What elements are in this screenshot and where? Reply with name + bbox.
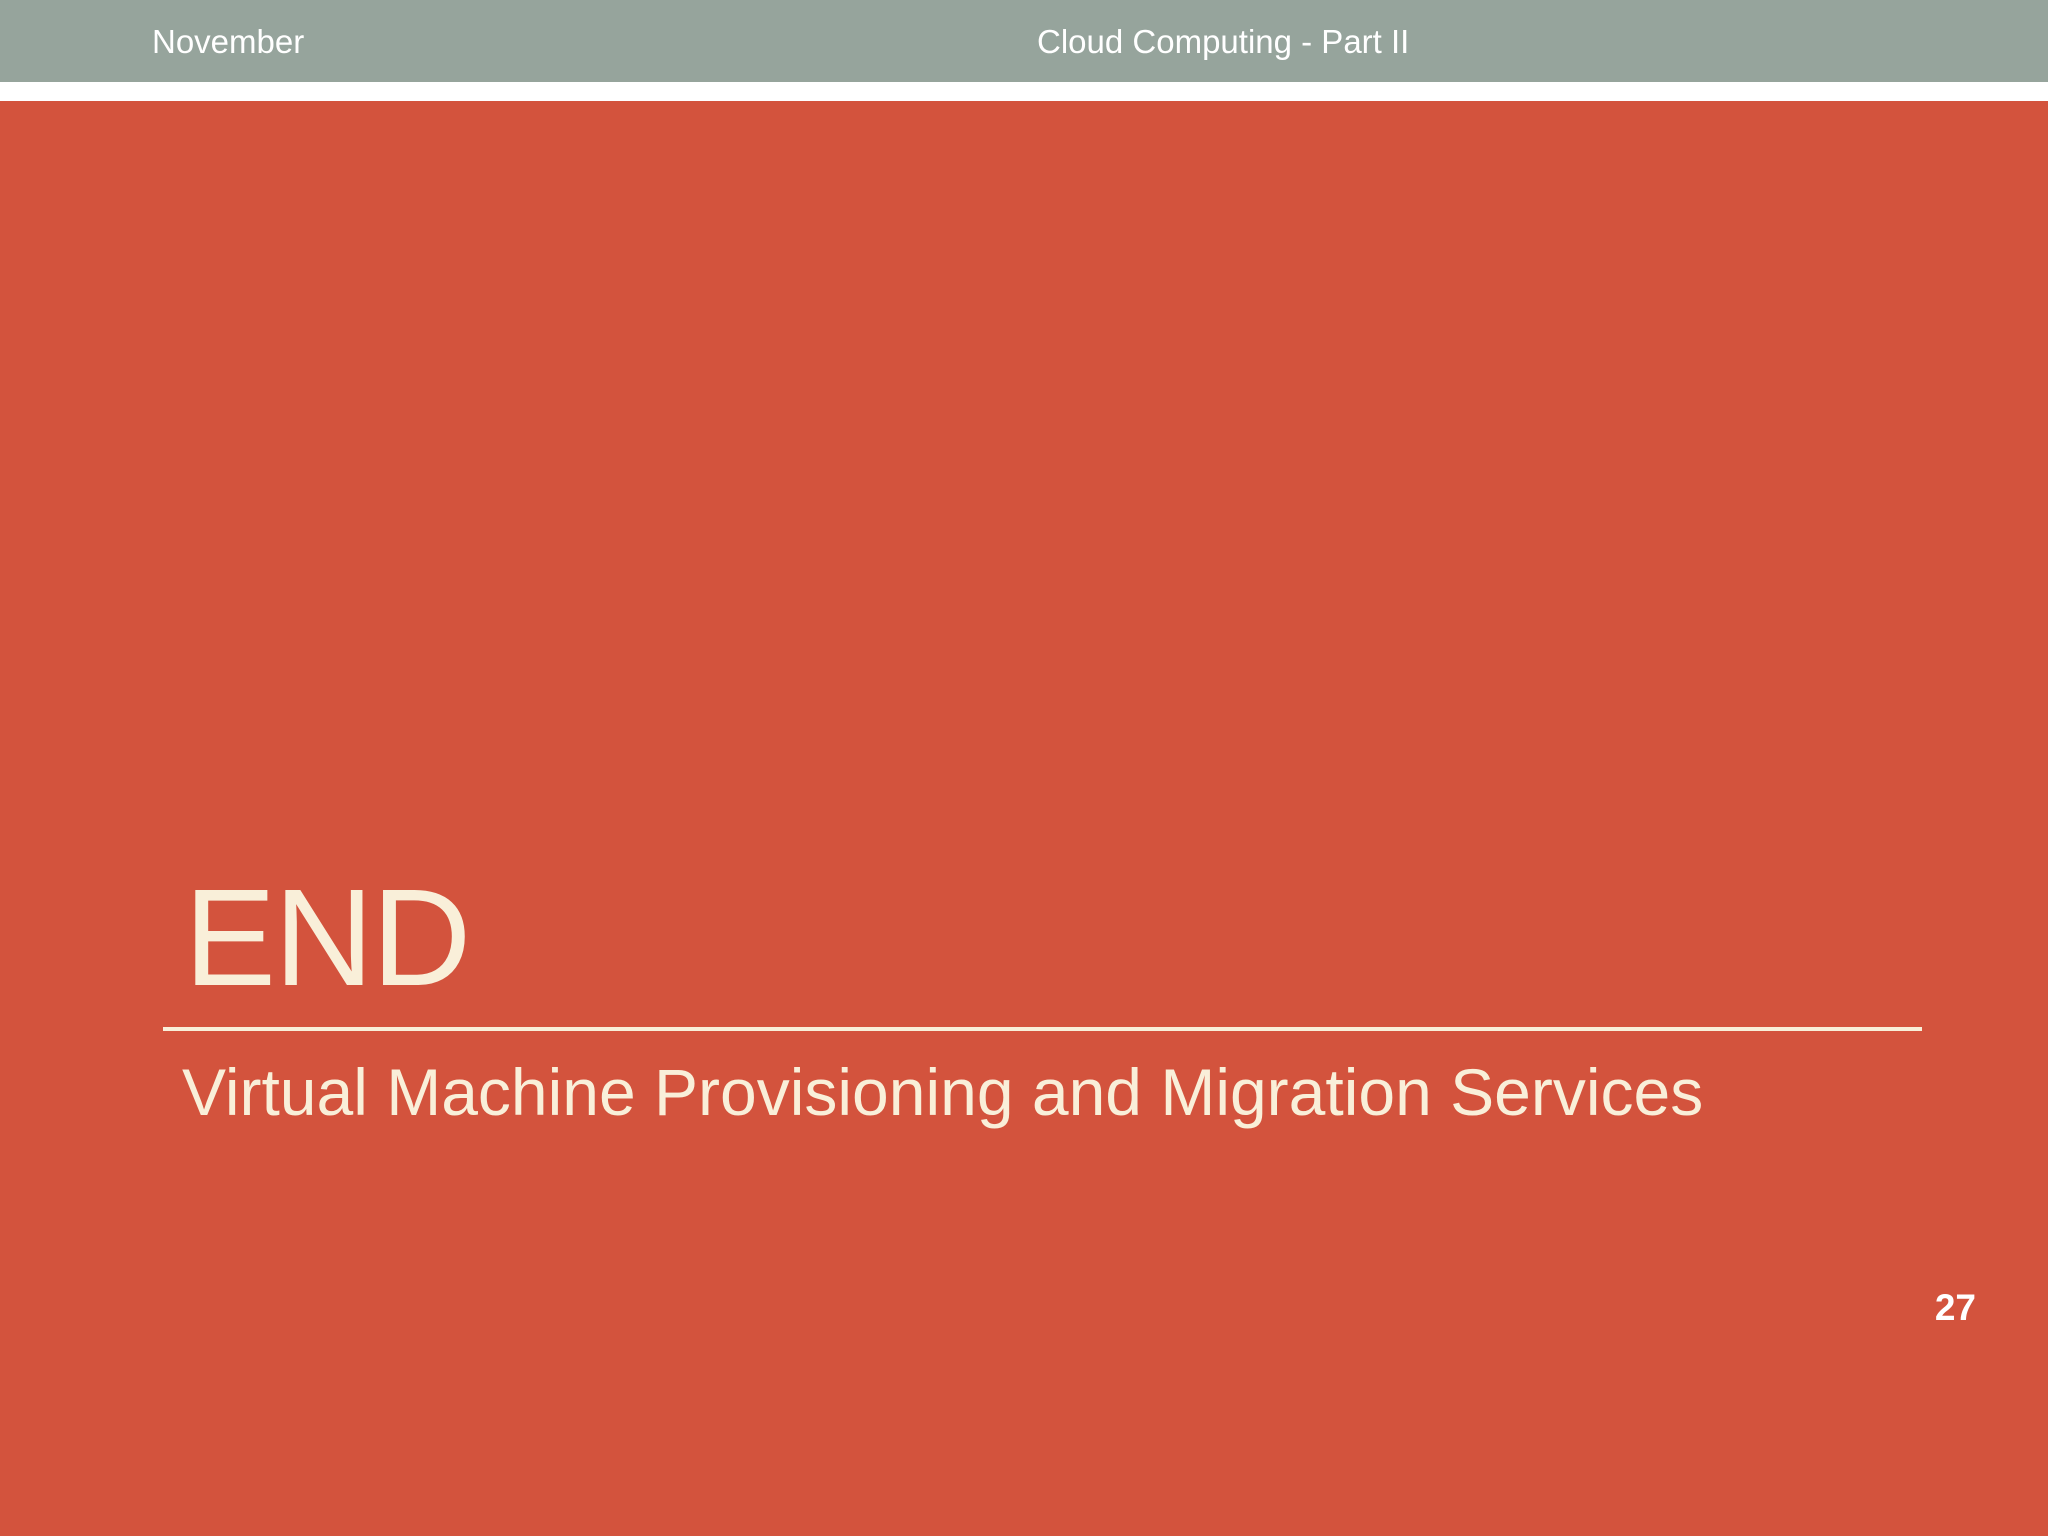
header-course-title: Cloud Computing - Part II — [1037, 23, 1410, 60]
header-bar: November Cloud Computing - Part II — [0, 0, 2048, 82]
title-divider — [163, 1027, 1922, 1031]
main-panel — [0, 101, 2048, 1536]
slide-title: END — [184, 861, 471, 1015]
page-number: 27 — [1934, 1287, 1976, 1328]
slide-subtitle: Virtual Machine Provisioning and Migrati… — [182, 1055, 1704, 1129]
header-date-text: November — [152, 23, 305, 60]
slide: November Cloud Computing - Part II END V… — [0, 0, 2048, 1536]
